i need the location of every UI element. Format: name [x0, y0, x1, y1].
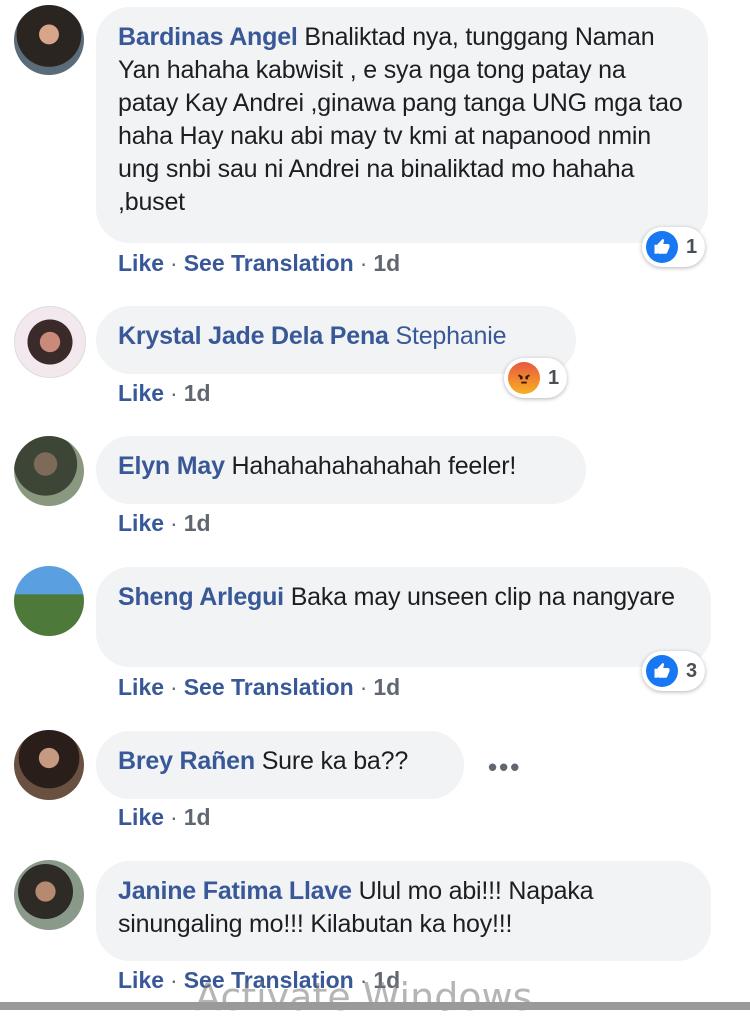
- reaction-count: 1: [686, 235, 698, 258]
- more-options-icon[interactable]: •••: [488, 752, 521, 783]
- comment-author[interactable]: Elyn May: [118, 452, 225, 480]
- like-link[interactable]: Like: [118, 674, 164, 700]
- separator: ·: [359, 674, 368, 700]
- see-translation-link[interactable]: See Translation: [184, 250, 354, 276]
- comment-bubble: Bardinas Angel Bnaliktad nya, tunggang N…: [96, 7, 708, 243]
- separator: ·: [170, 967, 178, 993]
- comment-author[interactable]: Krystal Jade Dela Pena: [118, 322, 389, 350]
- comment-time[interactable]: 1d: [184, 804, 211, 830]
- like-link[interactable]: Like: [118, 967, 164, 993]
- like-link[interactable]: Like: [118, 510, 164, 536]
- comment-time[interactable]: 1d: [184, 510, 211, 536]
- like-icon: [646, 655, 678, 687]
- comment-bubble: Elyn May Hahahahahahahah feeler!: [96, 436, 586, 504]
- mention-link[interactable]: Stephanie: [396, 322, 507, 350]
- comment-actions: Like · See Translation · 1d: [118, 674, 400, 701]
- comment-bubble: Janine Fatima Llave Ulul mo abi!!! Napak…: [96, 861, 711, 961]
- comment-actions: Like · 1d: [118, 510, 211, 537]
- comment-actions: Like · 1d: [118, 804, 211, 831]
- avatar[interactable]: [14, 306, 86, 378]
- bottom-scrollbar[interactable]: [0, 1002, 750, 1010]
- comment-author[interactable]: Janine Fatima Llave: [118, 877, 352, 905]
- reaction-badge[interactable]: 1: [504, 358, 568, 398]
- comment-time[interactable]: 1d: [184, 380, 211, 406]
- comment-author[interactable]: Brey Rañen: [118, 747, 255, 775]
- comment-bubble: Sheng Arlegui Baka may unseen clip na na…: [96, 567, 711, 667]
- reaction-count: 1: [548, 366, 560, 389]
- angry-icon: [508, 362, 540, 394]
- like-link[interactable]: Like: [118, 380, 164, 406]
- separator: ·: [170, 674, 178, 700]
- comment-author[interactable]: Bardinas Angel: [118, 23, 298, 51]
- reaction-badge[interactable]: 1: [642, 227, 706, 267]
- avatar[interactable]: [14, 436, 84, 506]
- separator: ·: [170, 380, 178, 406]
- reaction-count: 3: [686, 659, 698, 682]
- avatar[interactable]: [14, 860, 84, 930]
- comment-bubble: Krystal Jade Dela Pena Stephanie: [96, 306, 576, 374]
- comment-text: Bnaliktad nya, tunggang Naman Yan hahaha…: [118, 23, 683, 216]
- like-icon: [646, 231, 678, 263]
- separator: ·: [170, 804, 178, 830]
- avatar[interactable]: [14, 566, 84, 636]
- comment-bubble: Brey Rañen Sure ka ba??: [96, 731, 464, 799]
- separator: ·: [359, 250, 368, 276]
- comment-text: Baka may unseen clip na nangyare: [290, 583, 675, 611]
- avatar[interactable]: [14, 730, 84, 800]
- activate-windows-watermark: Activate Windows: [195, 975, 533, 1019]
- like-link[interactable]: Like: [118, 250, 164, 276]
- like-link[interactable]: Like: [118, 804, 164, 830]
- comment-actions: Like · 1d: [118, 380, 211, 407]
- comment-time[interactable]: 1d: [373, 250, 400, 276]
- see-translation-link[interactable]: See Translation: [184, 674, 354, 700]
- reaction-badge[interactable]: 3: [642, 651, 706, 691]
- comment-author[interactable]: Sheng Arlegui: [118, 583, 284, 611]
- separator: ·: [170, 250, 178, 276]
- avatar[interactable]: [14, 5, 84, 75]
- comment-time[interactable]: 1d: [373, 674, 400, 700]
- separator: ·: [170, 510, 178, 536]
- comment-actions: Like · See Translation · 1d: [118, 250, 400, 277]
- comment-text: Hahahahahahahah feeler!: [231, 452, 517, 480]
- comment-text: Sure ka ba??: [261, 747, 409, 775]
